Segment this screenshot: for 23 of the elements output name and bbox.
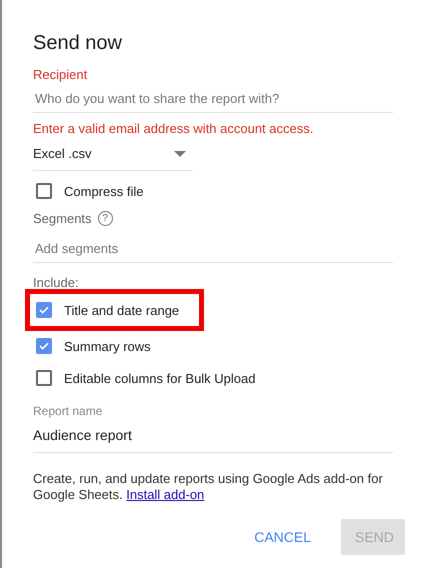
- checkbox-label: Compress file: [64, 184, 144, 198]
- info-text: Create, run, and update reports using Google Ads add-on for Google Sheets. Install add-on: [33, 471, 384, 503]
- cancel-button[interactable]: CANCEL: [240, 519, 325, 555]
- caret-icon: [174, 150, 186, 156]
- recipient-field[interactable]: Who do you want to share the report with?: [33, 82, 393, 113]
- checkbox[interactable]: [36, 183, 52, 199]
- segments-field[interactable]: Add segments: [33, 232, 393, 263]
- report-name-field[interactable]: Audience report: [33, 418, 393, 453]
- field-label: Recipient: [33, 67, 88, 82]
- format-dropdown[interactable]: Excel .csv: [33, 138, 193, 171]
- error-message: Enter a valid email address with account access.: [33, 121, 314, 136]
- checkbox[interactable]: [36, 338, 52, 354]
- field-label: Report name: [33, 404, 104, 418]
- install-link[interactable]: Install add-on: [126, 487, 204, 502]
- checkbox-label: Editable columns for Bulk Upload: [64, 370, 256, 386]
- dialog-title: Send now: [33, 32, 123, 55]
- checkbox[interactable]: [36, 370, 52, 386]
- checkbox[interactable]: [36, 302, 52, 318]
- checkbox-label: Summary rows: [64, 338, 151, 354]
- section-label: Include:: [33, 275, 80, 290]
- field-label: Segments: [33, 211, 92, 226]
- help-icon[interactable]: ?: [98, 211, 113, 226]
- checkbox-label: Title and date range: [64, 302, 180, 318]
